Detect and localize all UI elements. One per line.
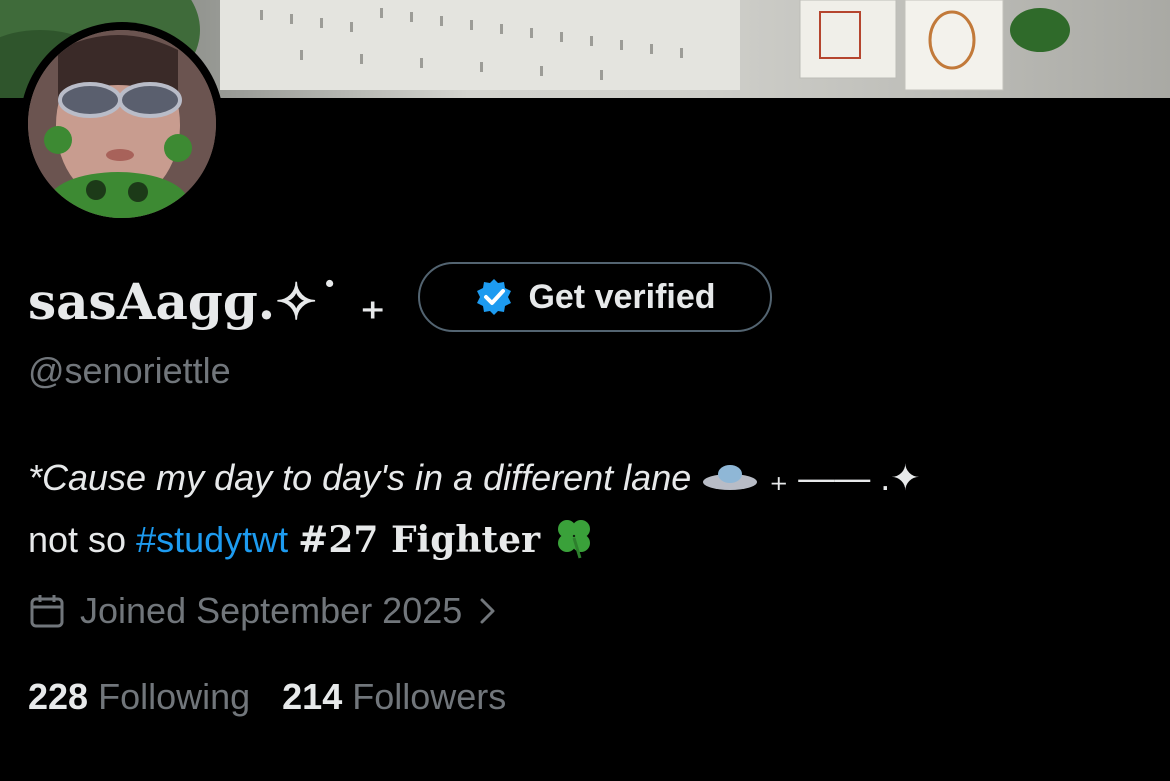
user-handle: @senoriettle bbox=[28, 350, 231, 391]
bio-decoration: ₊ —— .✦ bbox=[769, 457, 921, 498]
profile-avatar[interactable] bbox=[20, 22, 224, 226]
bio-text: not so bbox=[28, 519, 137, 560]
bio-line-1: *Cause my day to day's in a different la… bbox=[28, 447, 920, 509]
bio-quote: *Cause my day to day's in a different la… bbox=[28, 457, 692, 498]
followers-count: 214 bbox=[282, 676, 343, 717]
profile-bio: *Cause my day to day's in a different la… bbox=[28, 447, 920, 571]
get-verified-label: Get verified bbox=[528, 277, 716, 316]
joined-date[interactable]: Joined September 2025 bbox=[28, 590, 500, 632]
bio-fighter-text: #27 Fighter bbox=[298, 519, 541, 561]
display-name: sasAaɡɡ.✧˙ ₊ bbox=[28, 272, 386, 331]
calendar-icon bbox=[30, 595, 64, 628]
following-link[interactable]: 228 Following bbox=[28, 676, 250, 718]
followers-label: Followers bbox=[352, 676, 507, 717]
bio-line-2: not so #studytwt #27 Fighter bbox=[28, 509, 920, 571]
verified-badge-icon bbox=[477, 279, 512, 315]
following-label: Following bbox=[98, 676, 251, 717]
follow-stats: 228 Following 214 Followers bbox=[28, 676, 506, 718]
four-leaf-clover-icon bbox=[558, 520, 591, 559]
hashtag-link[interactable]: #studytwt bbox=[136, 519, 288, 560]
get-verified-button[interactable]: Get verified bbox=[418, 262, 772, 332]
following-count: 228 bbox=[28, 676, 89, 717]
avatar-image bbox=[28, 30, 216, 218]
joined-label: Joined September 2025 bbox=[80, 590, 463, 631]
chevron-right-icon bbox=[480, 598, 495, 624]
followers-link[interactable]: 214 Followers bbox=[282, 676, 506, 718]
ufo-icon bbox=[703, 465, 758, 490]
